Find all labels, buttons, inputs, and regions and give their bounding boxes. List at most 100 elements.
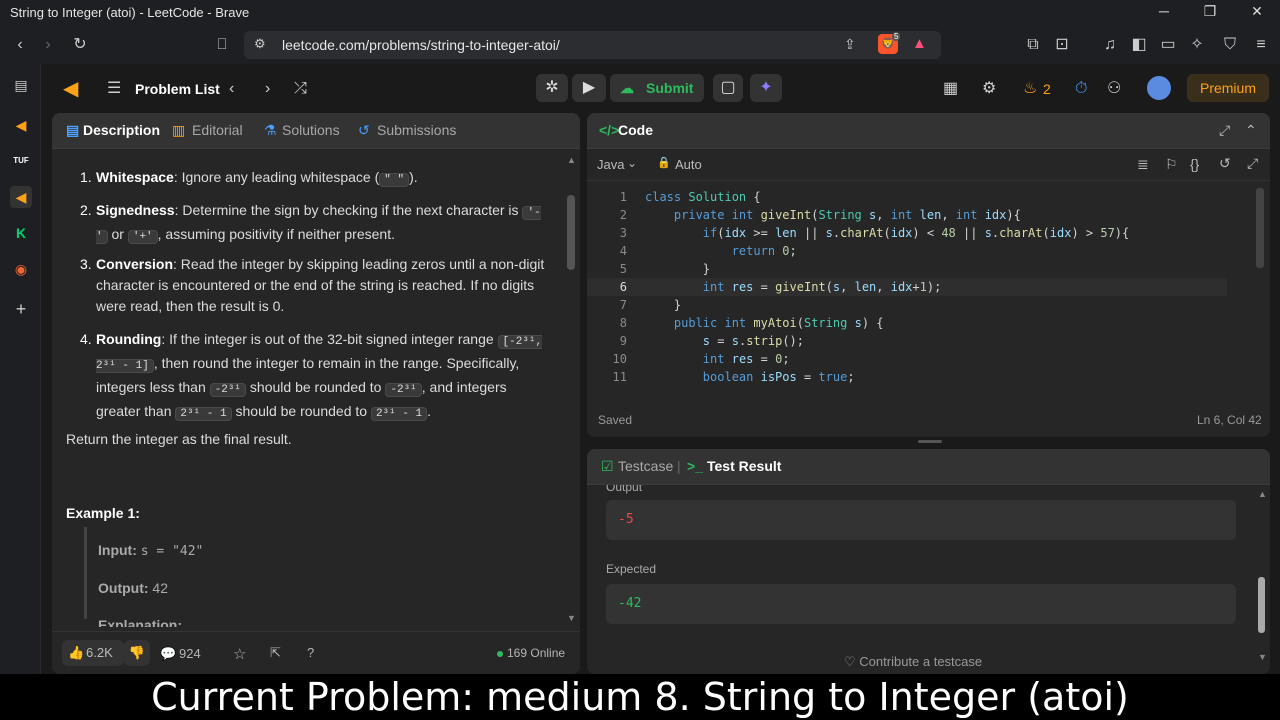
debug-button[interactable]: ✲	[536, 74, 568, 102]
line-code[interactable]: return 0;	[645, 242, 797, 260]
add-sidebar-icon[interactable]: +	[10, 298, 32, 320]
tab-editorial[interactable]: Editorial	[192, 122, 243, 138]
code-editor[interactable]: 1 class Solution {2 private int giveInt(S…	[587, 188, 1247, 394]
avatar[interactable]	[1147, 76, 1171, 100]
tab-test-result[interactable]: Test Result	[707, 458, 781, 474]
scroll-up-icon[interactable]: ▲	[567, 155, 576, 165]
music-icon[interactable]: ♫	[1099, 34, 1121, 56]
close-icon[interactable]: ✕	[1243, 3, 1271, 23]
submit-button[interactable]: ☁ Submit	[610, 74, 704, 102]
bookmark-icon[interactable]: ⚐	[1165, 156, 1178, 173]
test-scrollbar[interactable]	[1258, 577, 1265, 633]
format-icon[interactable]: ≣	[1137, 156, 1149, 173]
resize-handle[interactable]	[918, 440, 942, 443]
description-scrollbar[interactable]	[567, 195, 575, 270]
collapse-icon[interactable]: ⌃	[1245, 122, 1257, 139]
dislike-button[interactable]: 👎	[124, 640, 150, 666]
tab-solutions[interactable]: Solutions	[282, 122, 340, 138]
tuf-icon[interactable]: TUF	[10, 150, 32, 172]
tab-description[interactable]: Description	[83, 122, 160, 138]
ai-assist-button[interactable]: ✦	[750, 74, 782, 102]
wallet-icon[interactable]: ▭	[1157, 34, 1179, 56]
vpn-icon[interactable]: ⛉	[1219, 34, 1241, 56]
screenshot-icon[interactable]: ⊡	[1051, 34, 1073, 56]
address-bar[interactable]: ⚙ leetcode.com/problems/string-to-intege…	[244, 31, 941, 59]
line-code[interactable]: private int giveInt(String s, int len, i…	[645, 206, 1021, 224]
k-app-icon[interactable]: K	[10, 222, 32, 244]
code-line[interactable]: 6 int res = giveInt(s, len, idx+1);	[587, 278, 1227, 296]
prev-problem-icon[interactable]: ‹	[229, 78, 234, 100]
line-code[interactable]: int res = giveInt(s, len, idx+1);	[645, 278, 942, 296]
streak-fire-icon[interactable]: ♨	[1023, 78, 1037, 100]
sidebar-toggle-icon[interactable]: ◧	[1128, 34, 1150, 56]
code-line[interactable]: 10 int res = 0;	[587, 350, 1227, 368]
code-line[interactable]: 4 return 0;	[587, 242, 1227, 260]
auto-mode[interactable]: Auto	[675, 157, 702, 172]
problem-list-link[interactable]: Problem List	[135, 78, 220, 100]
line-code[interactable]: class Solution {	[645, 188, 761, 206]
brave-rewards-icon[interactable]: ▲	[912, 35, 927, 52]
menu-icon[interactable]: ≡	[1250, 34, 1272, 56]
notes-button[interactable]: ▢	[713, 74, 743, 102]
extensions-icon[interactable]: ⧉	[1022, 34, 1044, 56]
shuffle-icon[interactable]: ⤮	[294, 78, 307, 100]
code-line[interactable]: 2 private int giveInt(String s, int len,…	[587, 206, 1227, 224]
chevron-down-icon[interactable]: ⌄	[627, 156, 637, 170]
line-code[interactable]: boolean isPos = true;	[645, 368, 855, 386]
tab-submissions[interactable]: Submissions	[377, 122, 456, 138]
reload-icon[interactable]: ↻	[69, 34, 91, 56]
layout-icon[interactable]: ▦	[943, 78, 958, 100]
line-code[interactable]: }	[645, 296, 681, 314]
comment-icon[interactable]: 💬	[160, 646, 176, 662]
code-line[interactable]: 5 }	[587, 260, 1227, 278]
code-line[interactable]: 9 s = s.strip();	[587, 332, 1227, 350]
code-line[interactable]: 8 public int myAtoi(String s) {	[587, 314, 1227, 332]
code-line[interactable]: 11 boolean isPos = true;	[587, 368, 1227, 386]
bookmark-icon[interactable]: ⎕	[211, 34, 233, 56]
reset-icon[interactable]: ↺	[1219, 155, 1231, 172]
scroll-down-icon[interactable]: ▼	[1258, 652, 1267, 662]
line-code[interactable]: s = s.strip();	[645, 332, 804, 350]
site-info-icon[interactable]: ⚙	[254, 36, 266, 52]
line-code[interactable]: if(idx >= len || s.charAt(idx) < 48 || s…	[645, 224, 1129, 242]
premium-button[interactable]: Premium	[1187, 74, 1269, 102]
sidebar-panel-icon[interactable]: ▤	[10, 74, 32, 96]
leetcode-logo-icon[interactable]: ◀	[63, 78, 78, 100]
code-scrollbar[interactable]	[1256, 188, 1264, 268]
timer-icon[interactable]: ⏱	[1075, 78, 1087, 100]
next-problem-icon[interactable]: ›	[265, 78, 270, 100]
leo-ai-icon[interactable]: ✧	[1186, 34, 1208, 56]
line-code[interactable]: int res = 0;	[645, 350, 790, 368]
back-icon[interactable]: ‹	[9, 34, 31, 56]
forward-icon[interactable]: ›	[37, 34, 59, 56]
braces-icon[interactable]: {}	[1190, 156, 1199, 172]
code-line[interactable]: 3 if(idx >= len || s.charAt(idx) < 48 ||…	[587, 224, 1227, 242]
share-icon[interactable]: ⇱	[270, 645, 281, 661]
fullscreen-icon[interactable]: ⤢	[1247, 155, 1258, 172]
line-code[interactable]: public int myAtoi(String s) {	[645, 314, 884, 332]
comment-count[interactable]: 924	[179, 646, 201, 661]
star-icon[interactable]: ☆	[233, 645, 246, 663]
add-friend-icon[interactable]: ⚇	[1107, 78, 1121, 100]
tab-testcase[interactable]: Testcase	[618, 458, 673, 474]
maximize-icon[interactable]: ⤢	[1219, 122, 1230, 139]
contribute-testcase-link[interactable]: ♡ Contribute a testcase	[844, 654, 1044, 674]
scroll-up-icon[interactable]: ▲	[1258, 489, 1267, 499]
language-select[interactable]: Java	[597, 157, 624, 172]
help-icon[interactable]: ?	[307, 645, 314, 660]
minimize-icon[interactable]: ─	[1150, 3, 1178, 23]
leetcode-tab-icon[interactable]: ◀	[10, 186, 32, 208]
code-line[interactable]: 1 class Solution {	[587, 188, 1227, 206]
run-button[interactable]: ▶	[572, 74, 606, 102]
target-app-icon[interactable]: ◉	[10, 258, 32, 280]
list-icon[interactable]: ☰	[107, 78, 121, 100]
code-line[interactable]: 7 }	[587, 296, 1227, 314]
url-text[interactable]: leetcode.com/problems/string-to-integer-…	[282, 37, 560, 53]
leetcode-favicon-icon[interactable]: ◀	[10, 114, 32, 136]
share-icon[interactable]: ⇪	[844, 36, 856, 53]
like-button[interactable]: 👍 6.2K	[62, 640, 124, 666]
scroll-down-icon[interactable]: ▼	[567, 613, 576, 623]
line-code[interactable]: }	[645, 260, 710, 278]
restore-icon[interactable]: ❐	[1196, 3, 1224, 23]
settings-icon[interactable]: ⚙	[982, 78, 996, 100]
